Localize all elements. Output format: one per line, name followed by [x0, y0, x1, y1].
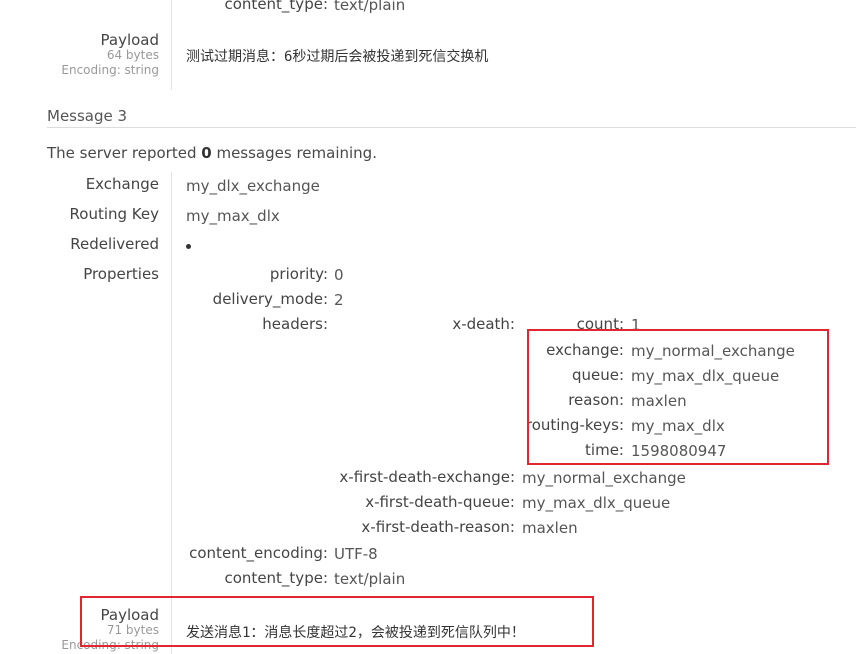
content-encoding-value: UTF-8 — [334, 545, 378, 563]
payload-highlight-box — [80, 596, 594, 647]
prev-content-type-value: text/plain — [334, 0, 406, 14]
prev-payload-size: 64 bytes — [106, 48, 159, 62]
redelivered-label: Redelivered — [70, 235, 159, 253]
prev-payload-label: Payload — [100, 31, 160, 49]
prev-payload-encoding: Encoding: string — [61, 63, 159, 77]
x-death-label: x-death: — [452, 315, 515, 333]
message-heading-rule — [47, 127, 856, 128]
exchange-label: Exchange — [85, 175, 159, 193]
x-first-death-exchange-value: my_normal_exchange — [522, 469, 686, 487]
x-first-death-reason-label: x-first-death-reason: — [361, 518, 515, 536]
routing-key-label: Routing Key — [69, 205, 159, 223]
prev-divider — [171, 0, 172, 90]
prev-payload-text: 测试过期消息：6秒过期后会被投递到死信交换机 — [186, 49, 489, 65]
priority-value: 0 — [334, 266, 344, 284]
content-encoding-label: content_encoding: — [189, 544, 328, 562]
headers-label: headers: — [262, 315, 328, 333]
x-first-death-queue-value: my_max_dlx_queue — [522, 494, 671, 512]
message-heading: Message 3 — [47, 107, 128, 125]
routing-key-value: my_max_dlx — [186, 207, 280, 225]
content-type-value: text/plain — [334, 570, 406, 588]
exchange-value: my_dlx_exchange — [186, 177, 320, 195]
properties-label: Properties — [83, 265, 159, 283]
x-first-death-exchange-label: x-first-death-exchange: — [339, 468, 515, 486]
remaining-prefix: The server reported — [47, 144, 202, 162]
content-type-label: content_type: — [224, 569, 329, 587]
x-first-death-reason-value: maxlen — [522, 519, 578, 537]
x-death-highlight-box — [527, 329, 829, 465]
redelivered-bullet-icon — [186, 244, 191, 249]
remaining-notice: The server reported 0 messages remaining… — [47, 144, 377, 162]
x-first-death-queue-label: x-first-death-queue: — [365, 493, 515, 511]
prev-content-type-label: content_type: — [224, 0, 329, 13]
delivery-mode-label: delivery_mode: — [212, 290, 328, 308]
message3-divider — [171, 172, 172, 654]
delivery-mode-value: 2 — [334, 291, 344, 309]
remaining-suffix: messages remaining. — [211, 144, 377, 162]
priority-label: priority: — [269, 265, 328, 283]
remaining-count: 0 — [201, 144, 212, 162]
